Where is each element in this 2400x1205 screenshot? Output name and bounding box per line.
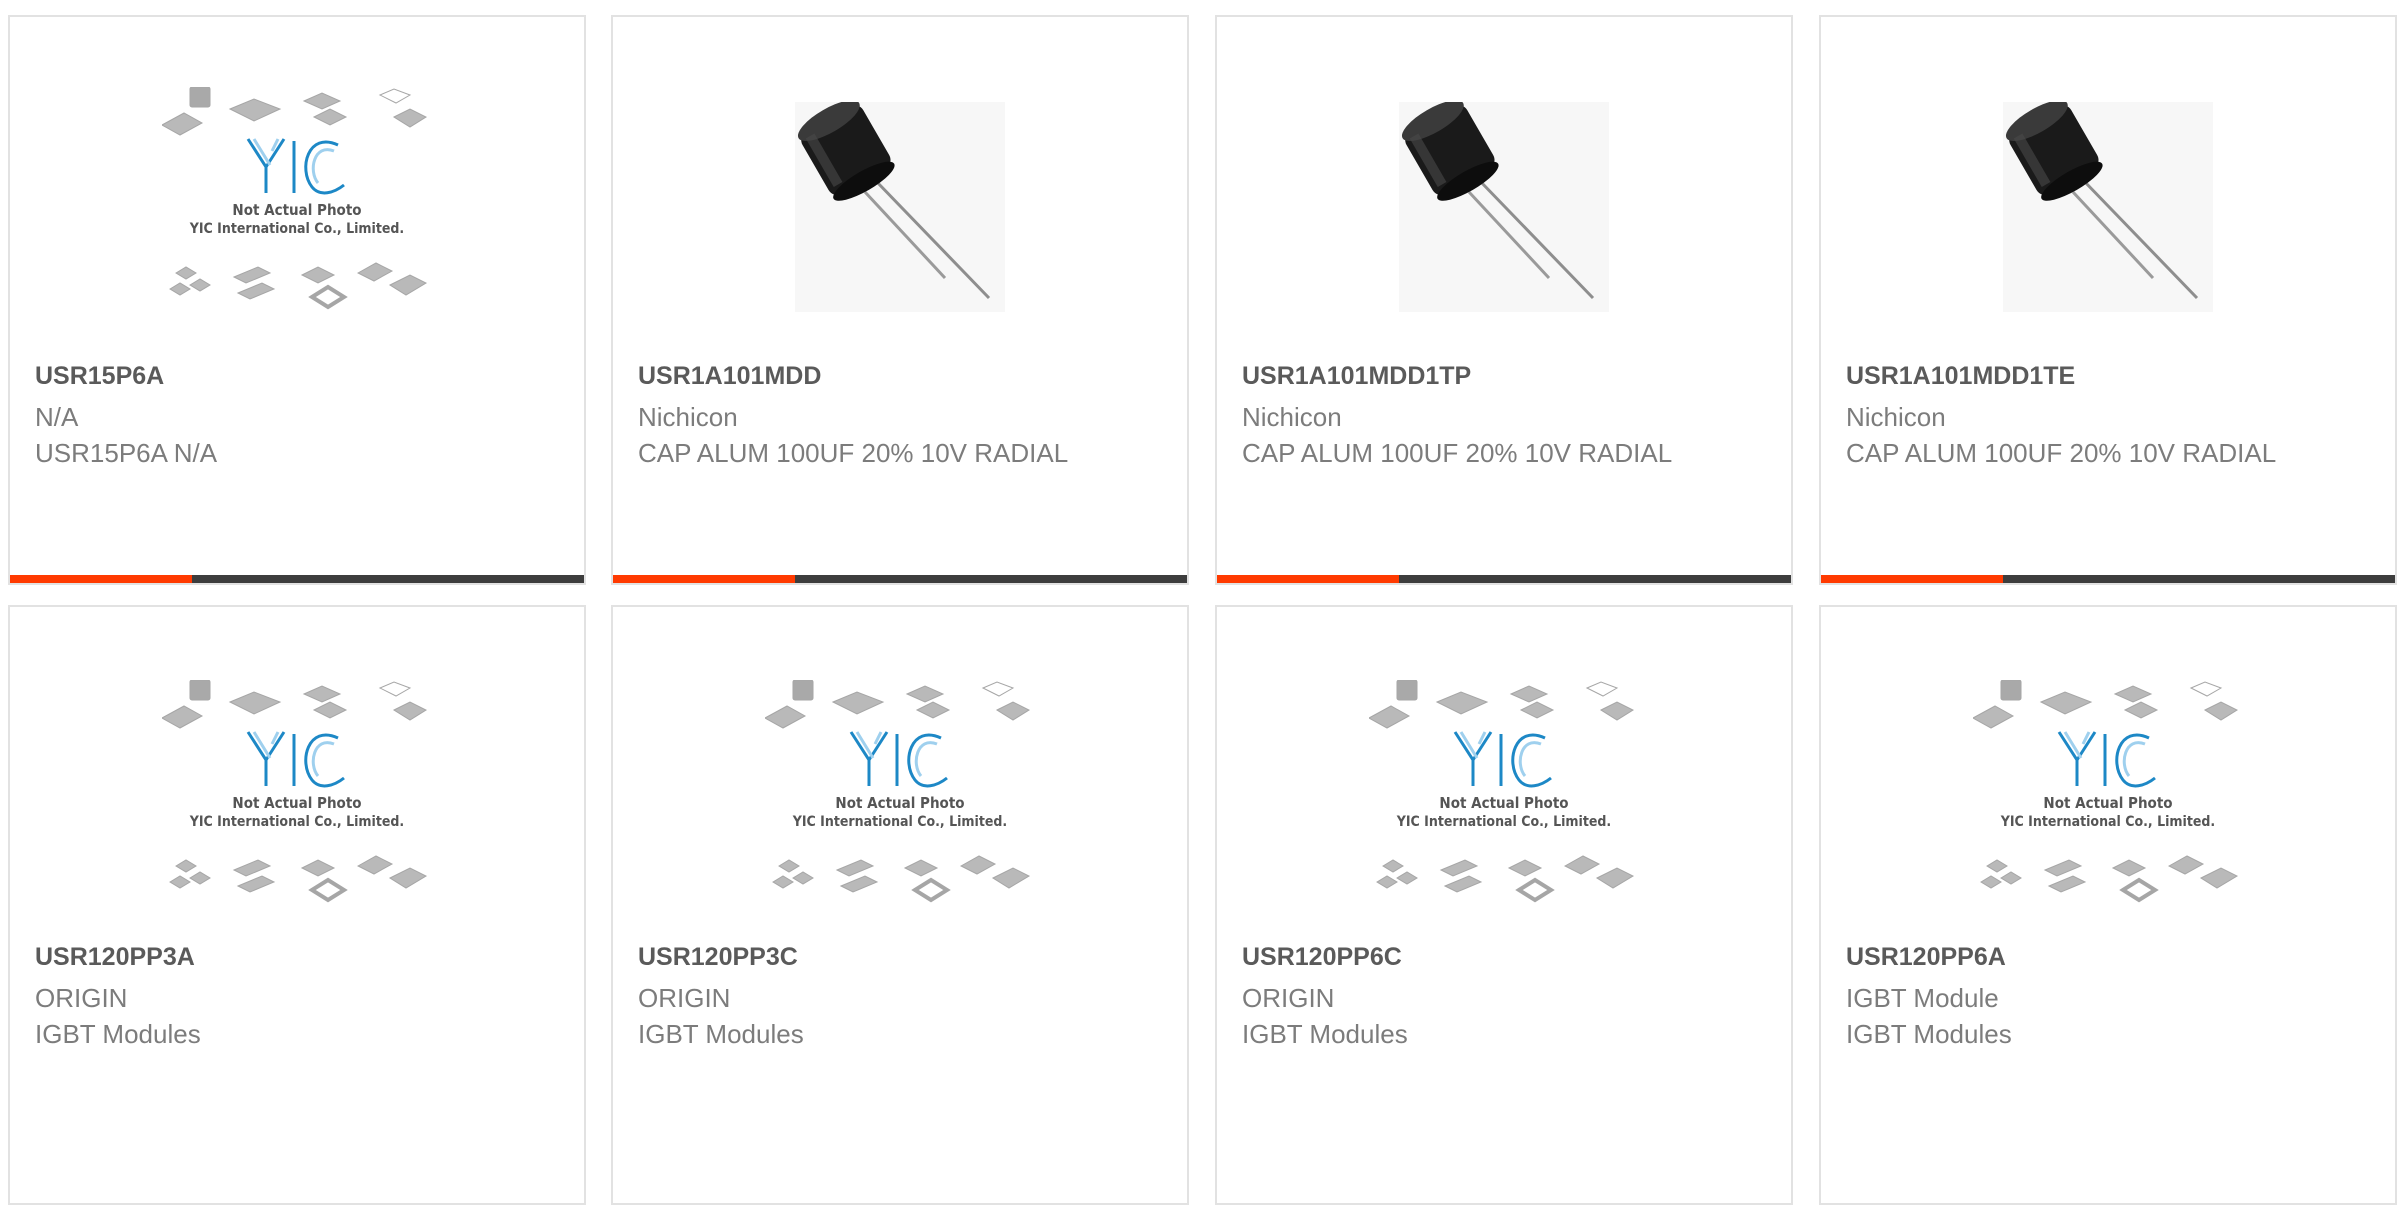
product-card[interactable]: Not Actual Photo YIC International Co., …	[1819, 605, 2397, 1205]
placeholder-chip-image: Not Actual Photo YIC International Co., …	[765, 680, 1031, 903]
part-number-link[interactable]: USR15P6A	[35, 362, 164, 391]
product-image[interactable]	[1821, 92, 2395, 322]
part-number-link[interactable]: USR120PP6C	[1242, 943, 1402, 972]
product-card[interactable]: USR1A101MDD1TE Nichicon CAP ALUM 100UF 20%…	[1819, 15, 2397, 585]
svg-text:YIC International Co., Limited: YIC International Co., Limited.	[1396, 814, 1611, 830]
card-accent-bar	[1821, 575, 2003, 583]
product-card[interactable]: USR1A101MDD1TP Nichicon CAP ALUM 100UF 20%…	[1215, 15, 1793, 585]
product-card[interactable]: Not Actual Photo YIC International Co., …	[611, 605, 1189, 1205]
product-card[interactable]: Not Actual Photo YIC International Co., …	[8, 15, 586, 585]
manufacturer-label: IGBT Module	[1846, 983, 1999, 1013]
description-label: CAP ALUM 100UF 20% 10V RADIAL	[1846, 438, 2277, 468]
manufacturer-label: Nichicon	[1846, 402, 1946, 432]
product-image[interactable]: Not Actual Photo YIC International Co., …	[10, 87, 584, 322]
part-number-link[interactable]: USR1A101MDD	[638, 362, 821, 391]
placeholder-chip-image: Not Actual Photo YIC International Co., …	[162, 87, 428, 310]
manufacturer-label: N/A	[35, 402, 79, 432]
capacitor-image	[2003, 102, 2213, 312]
card-accent-bar	[1217, 575, 1399, 583]
svg-text:YIC International Co., Limited: YIC International Co., Limited.	[189, 221, 404, 237]
manufacturer-label: Nichicon	[638, 402, 738, 432]
description-label: IGBT Modules	[35, 1019, 201, 1049]
svg-text:Not Actual Photo: Not Actual Photo	[232, 201, 361, 219]
description-label: CAP ALUM 100UF 20% 10V RADIAL	[638, 438, 1069, 468]
capacitor-image	[1399, 102, 1609, 312]
placeholder-chip-image: Not Actual Photo YIC International Co., …	[1369, 680, 1635, 903]
manufacturer-label: Nichicon	[1242, 402, 1342, 432]
svg-text:YIC International Co., Limited: YIC International Co., Limited.	[189, 814, 404, 830]
card-bottom-bar	[613, 575, 1187, 583]
product-card[interactable]: Not Actual Photo YIC International Co., …	[1215, 605, 1793, 1205]
card-bottom-bar	[1217, 575, 1791, 583]
manufacturer-label: ORIGIN	[35, 983, 128, 1013]
part-number-link[interactable]: USR1A101MDD1TP	[1242, 362, 1471, 391]
product-card[interactable]: Not Actual Photo YIC International Co., …	[8, 605, 586, 1205]
product-image[interactable]: Not Actual Photo YIC International Co., …	[10, 680, 584, 915]
description-label: USR15P6A N/A	[35, 438, 218, 468]
part-number-link[interactable]: USR120PP3A	[35, 943, 195, 972]
product-grid: Not Actual Photo YIC International Co., …	[0, 0, 2400, 1205]
product-image[interactable]: Not Actual Photo YIC International Co., …	[1217, 680, 1791, 915]
part-number-link[interactable]: USR120PP6A	[1846, 943, 2006, 972]
svg-text:Not Actual Photo: Not Actual Photo	[2043, 794, 2172, 812]
svg-text:Not Actual Photo: Not Actual Photo	[835, 794, 964, 812]
description-label: IGBT Modules	[1242, 1019, 1408, 1049]
product-card[interactable]: USR1A101MDD Nichicon CAP ALUM 100UF 20% 10…	[611, 15, 1189, 585]
card-bottom-bar	[10, 575, 584, 583]
product-image[interactable]	[613, 92, 1187, 322]
product-image[interactable]: Not Actual Photo YIC International Co., …	[1821, 680, 2395, 915]
svg-text:Not Actual Photo: Not Actual Photo	[232, 794, 361, 812]
placeholder-chip-image: Not Actual Photo YIC International Co., …	[1973, 680, 2239, 903]
manufacturer-label: ORIGIN	[1242, 983, 1335, 1013]
svg-text:YIC International Co., Limited: YIC International Co., Limited.	[2000, 814, 2215, 830]
description-label: CAP ALUM 100UF 20% 10V RADIAL	[1242, 438, 1673, 468]
part-number-link[interactable]: USR120PP3C	[638, 943, 798, 972]
product-image[interactable]: Not Actual Photo YIC International Co., …	[613, 680, 1187, 915]
card-bottom-bar	[1821, 575, 2395, 583]
part-number-link[interactable]: USR1A101MDD1TE	[1846, 362, 2075, 391]
placeholder-chip-image: Not Actual Photo YIC International Co., …	[162, 680, 428, 903]
description-label: IGBT Modules	[638, 1019, 804, 1049]
capacitor-image	[795, 102, 1005, 312]
card-accent-bar	[613, 575, 795, 583]
product-image[interactable]	[1217, 92, 1791, 322]
manufacturer-label: ORIGIN	[638, 983, 731, 1013]
svg-text:Not Actual Photo: Not Actual Photo	[1439, 794, 1568, 812]
description-label: IGBT Modules	[1846, 1019, 2012, 1049]
card-accent-bar	[10, 575, 192, 583]
svg-text:YIC International Co., Limited: YIC International Co., Limited.	[792, 814, 1007, 830]
